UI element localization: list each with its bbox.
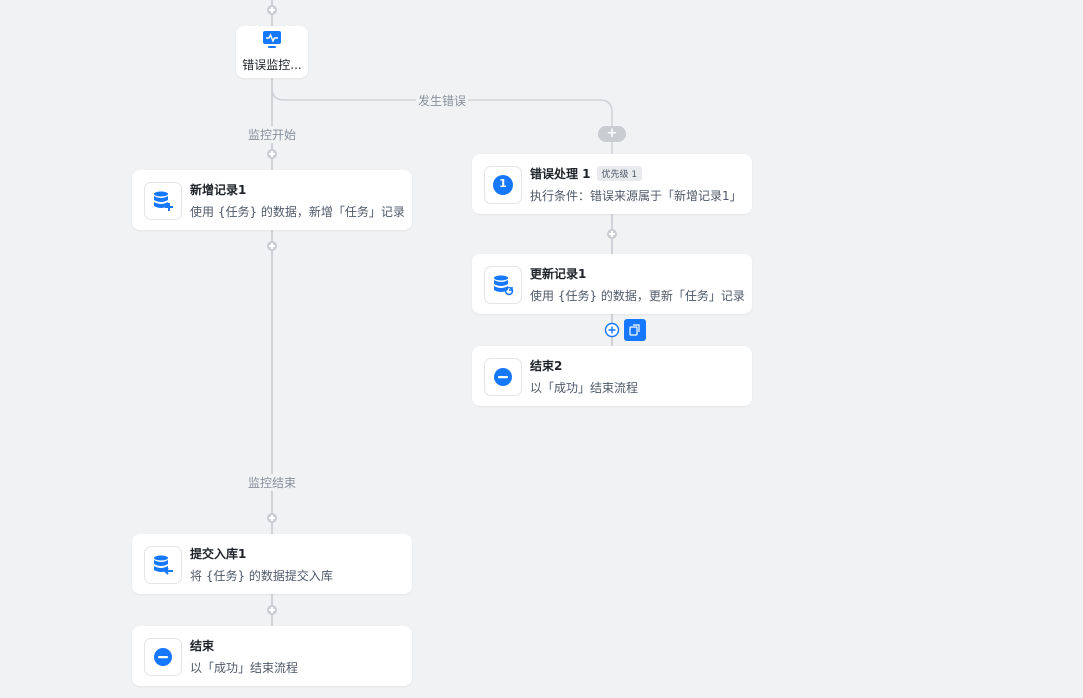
add-record-node[interactable]: 新增记录1 使用 {任务} 的数据，新增「任务」记录: [132, 170, 412, 230]
copy-button[interactable]: [624, 319, 646, 341]
monitor-title: 错误监控...: [242, 58, 302, 72]
add-step-dot-1[interactable]: [267, 149, 277, 159]
node-desc: 将 {任务} 的数据提交入库: [190, 569, 333, 583]
add-branch-button[interactable]: +: [598, 126, 626, 142]
node-desc: 以「成功」结束流程: [530, 381, 639, 395]
error-monitor-node[interactable]: 错误监控...: [236, 26, 308, 78]
end-minus-icon: [484, 358, 522, 396]
end2-node[interactable]: 结束2 以「成功」结束流程: [472, 346, 752, 406]
handler-title: 错误处理 1: [530, 167, 591, 181]
node-title: 提交入库1: [190, 547, 247, 561]
database-commit-icon: [144, 546, 182, 584]
add-step-dot-4[interactable]: [267, 605, 277, 615]
error-handler-node[interactable]: 1 错误处理 1 优先级 1 执行条件：错误来源属于「新增记录1」: [472, 154, 752, 214]
monitor-icon: [263, 31, 281, 48]
end-node[interactable]: 结束 以「成功」结束流程: [132, 626, 412, 686]
node-desc: 使用 {任务} 的数据，更新「任务」记录: [530, 289, 745, 303]
edge-label-error: 发生错误: [416, 92, 469, 109]
error-branch-connector: [271, 78, 613, 154]
number-one-icon: 1: [484, 166, 522, 204]
add-step-dot-3[interactable]: [267, 513, 277, 523]
commit-node[interactable]: 提交入库1 将 {任务} 的数据提交入库: [132, 534, 412, 594]
add-step-icon[interactable]: [604, 322, 620, 338]
database-add-icon: [144, 182, 182, 220]
node-desc: 使用 {任务} 的数据，新增「任务」记录: [190, 205, 405, 219]
end-minus-icon: [144, 638, 182, 676]
add-step-dot-2[interactable]: [267, 241, 277, 251]
update-record-node[interactable]: 更新记录1 使用 {任务} 的数据，更新「任务」记录: [472, 254, 752, 314]
add-step-dot-branch[interactable]: [607, 229, 617, 239]
node-desc: 以「成功」结束流程: [190, 661, 299, 675]
add-step-dot-top[interactable]: [267, 5, 277, 15]
edge-label-monitor-end: 监控结束: [246, 474, 299, 491]
node-title: 结束: [190, 639, 215, 653]
node-title: 新增记录1: [190, 183, 247, 197]
handler-number: 1: [499, 177, 507, 190]
edge-label-monitor-start: 监控开始: [246, 126, 299, 143]
database-update-icon: [484, 266, 522, 304]
node-title: 更新记录1: [530, 267, 587, 281]
node-title: 结束2: [530, 359, 563, 373]
node-desc: 执行条件：错误来源属于「新增记录1」: [530, 189, 742, 203]
copy-icon: [629, 324, 640, 336]
node-title: 错误处理 1 优先级 1: [530, 165, 643, 182]
priority-badge: 优先级 1: [596, 166, 643, 181]
